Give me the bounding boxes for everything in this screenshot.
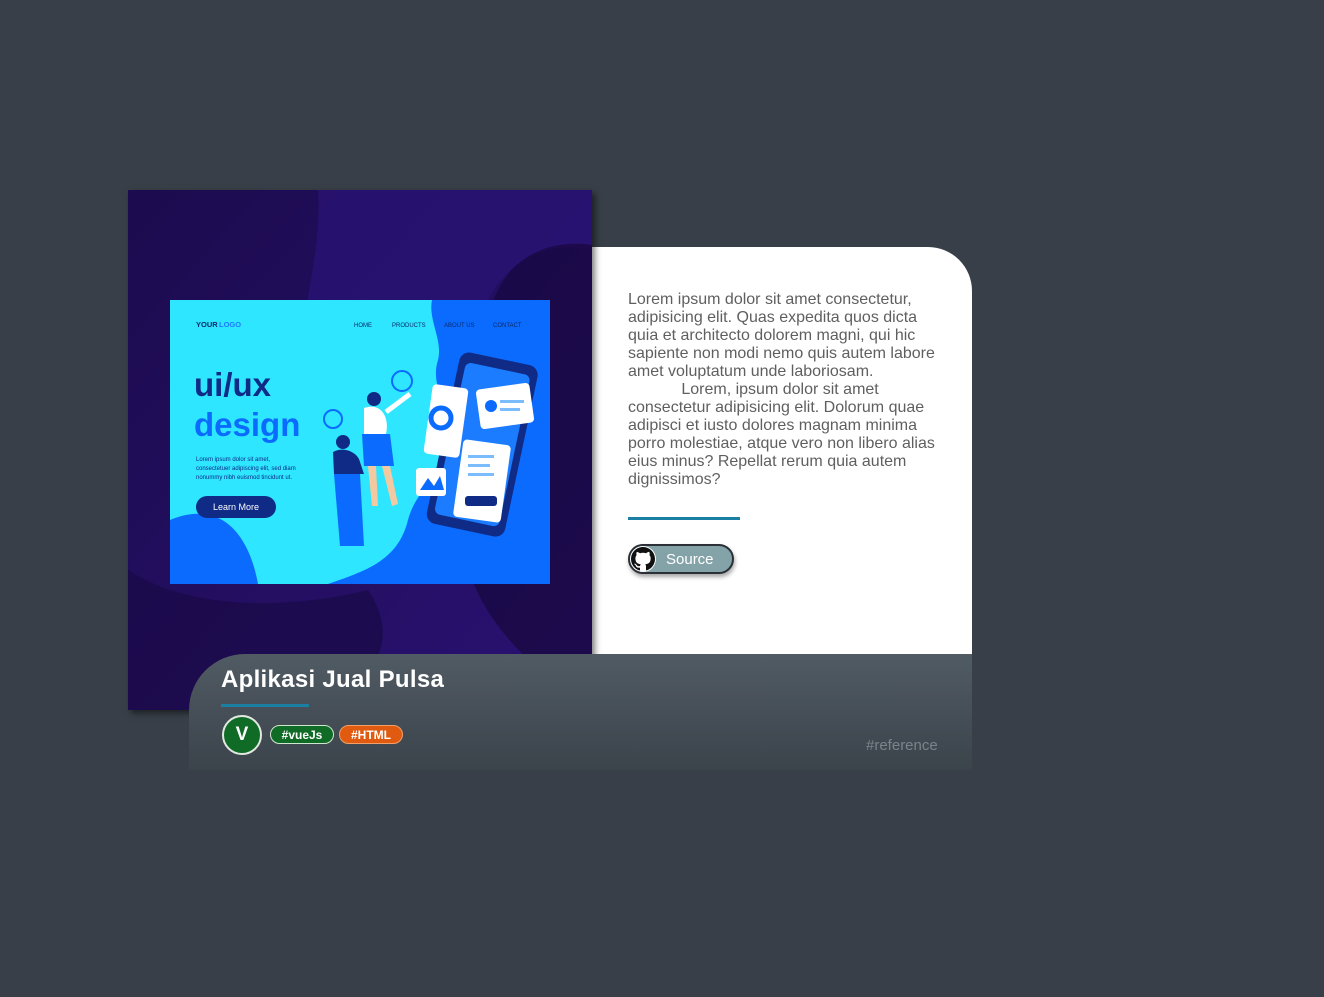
description-divider [628,517,740,520]
mock-body-line-3: nonummy nibh euismod tincidunt ut. [196,475,292,481]
mock-nav-contact: CONTACT [493,323,522,329]
vue-avatar: V [222,715,262,755]
project-description: Lorem ipsum dolor sit amet consectetur, … [628,291,935,488]
portfolio-stage: Lorem ipsum dolor sit amet consectetur, … [0,0,1324,997]
mock-nav-about: ABOUT US [444,323,475,329]
reference-link[interactable]: #reference [866,737,938,754]
landing-page-mockup: YOUR LOGO HOME PRODUCTS ABOUT US CONTACT… [170,300,550,584]
source-button[interactable]: Source [628,544,734,574]
mock-cta-label: Learn More [213,502,259,512]
mock-nav-products: PRODUCTS [392,323,426,329]
mock-body-line-2: consectetuer adipiscing elit, sed diam [196,466,296,472]
title-divider [221,704,309,707]
mock-headline-1: ui/ux [194,366,272,403]
mock-body-line-1: Lorem ipsum dolor sit amet, [196,457,270,463]
mock-nav-home: HOME [354,323,372,329]
source-button-label: Source [666,550,714,568]
mock-logo-your: YOUR [196,320,218,329]
mock-headline-2: design [194,406,300,443]
project-preview-image: YOUR LOGO HOME PRODUCTS ABOUT US CONTACT… [128,190,592,710]
tag-html[interactable]: #HTML [339,725,403,744]
tag-vuejs[interactable]: #vueJs [270,725,334,744]
project-title: Aplikasi Jual Pulsa [221,666,445,693]
github-icon [630,546,656,572]
mock-logo-logo: LOGO [219,320,241,329]
